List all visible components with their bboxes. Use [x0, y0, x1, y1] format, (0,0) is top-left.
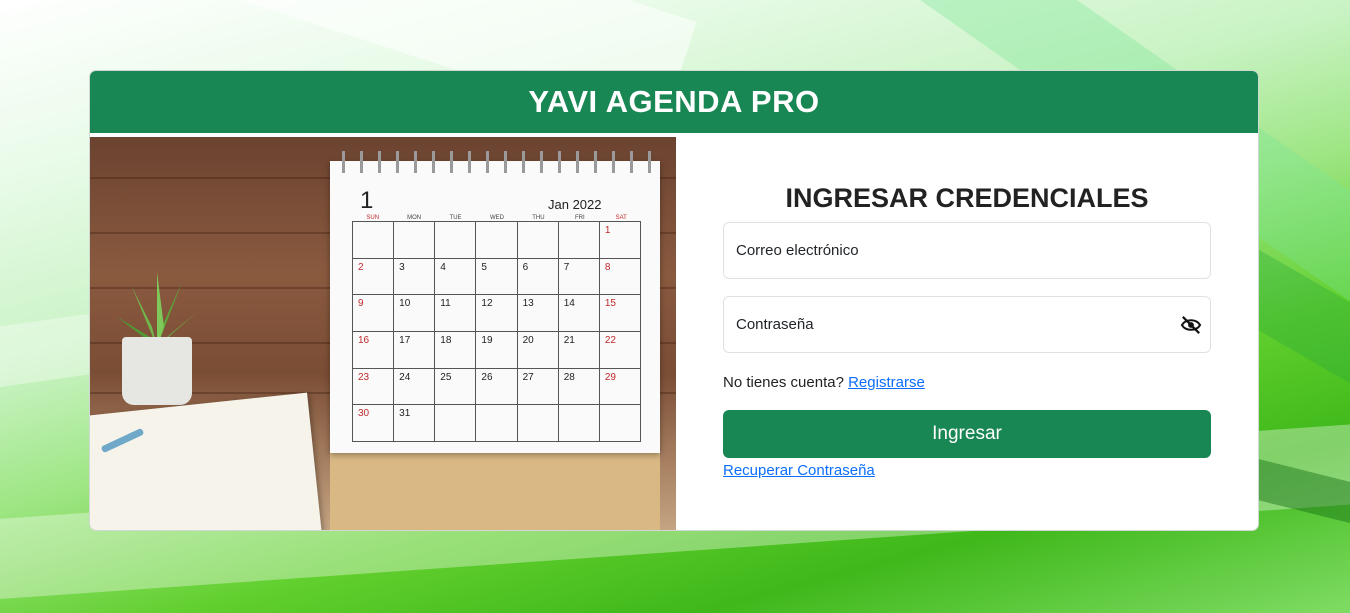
calendar-cell: 23: [353, 368, 395, 406]
form-title: INGRESAR CREDENCIALES: [785, 183, 1149, 213]
calendar-cell: 17: [394, 332, 436, 369]
calendar-cell: 14: [558, 295, 600, 332]
calendar-cell: 5: [476, 258, 518, 296]
calendar-cell: 1: [599, 222, 641, 259]
calendar-cell: 19: [476, 332, 518, 369]
calendar-cell: 20: [517, 332, 559, 369]
email-field-label: Correo electrónico: [736, 242, 859, 259]
card-body: 1 Jan 2022 SUN MON TUE WED THU FRI SAT 1234567…: [90, 137, 1258, 530]
calendar-cell: [476, 405, 518, 442]
register-link[interactable]: Registrarse: [848, 374, 925, 391]
calendar-cell: 6: [517, 258, 559, 296]
calendar-cell: 29: [599, 368, 641, 406]
calendar-cell: [435, 405, 477, 442]
notebook: [90, 392, 322, 530]
calendar-cell: 25: [435, 368, 477, 406]
calendar-cell: 12: [476, 295, 518, 332]
calendar-cell: 7: [558, 258, 600, 296]
calendar-cell: [353, 222, 395, 259]
calendar-cell: 9: [353, 295, 395, 332]
register-prompt: No tienes cuenta? Registrarse: [723, 374, 925, 391]
calendar-cell: 18: [435, 332, 477, 369]
calendar-cell: [476, 222, 518, 259]
calendar-cell: 15: [599, 295, 641, 332]
plant-pot: [122, 337, 192, 405]
calendar-month: Jan 2022: [548, 197, 602, 212]
calendar-cell: [558, 405, 600, 442]
calendar-cell: [517, 405, 559, 442]
app-title: YAVI AGENDA PRO: [90, 71, 1258, 133]
calendar-cell: 24: [394, 368, 436, 406]
calendar-cell: 21: [558, 332, 600, 369]
calendar-cell: 13: [517, 295, 559, 332]
calendar-cell: 10: [394, 295, 436, 332]
calendar-cell: [599, 405, 641, 442]
calendar-photo: 1 Jan 2022 SUN MON TUE WED THU FRI SAT 1234567…: [90, 137, 676, 530]
calendar-cell: 8: [599, 258, 641, 296]
calendar-cell: 26: [476, 368, 518, 406]
login-card: YAVI AGENDA PRO 1 Jan 2022 SUNMONTUEW: [89, 70, 1259, 531]
calendar-cell: 11: [435, 295, 477, 332]
email-field[interactable]: Correo electrónico: [723, 222, 1211, 279]
calendar-cell: 22: [599, 332, 641, 369]
calendar-cell: [435, 222, 477, 259]
calendar-cell: 30: [353, 405, 395, 442]
calendar-cell: 2: [353, 258, 395, 296]
calendar-cell: 28: [558, 368, 600, 406]
calendar-day-number: 1: [360, 187, 374, 214]
no-account-text: No tienes cuenta?: [723, 374, 844, 391]
calendar-cell: 31: [394, 405, 436, 442]
calendar-cell: [394, 222, 436, 259]
calendar-cell: 16: [353, 332, 395, 369]
login-button[interactable]: Ingresar: [723, 410, 1211, 458]
calendar-cell: 3: [394, 258, 436, 296]
calendar-cell: [517, 222, 559, 259]
password-field-label: Contraseña: [736, 316, 814, 333]
recover-password-link[interactable]: Recuperar Contraseña: [723, 462, 875, 479]
calendar-cell: 27: [517, 368, 559, 406]
calendar-grid: 1 2 3 4 5 6 7 8 9 10 11 12 13 14 15 16 17 18 19 20 21 22 23 24 2…: [352, 221, 641, 442]
calendar-cell: 4: [435, 258, 477, 296]
eye-slash-icon[interactable]: [1180, 315, 1202, 335]
calendar-spiral: [342, 151, 652, 173]
password-field[interactable]: Contraseña: [723, 296, 1211, 353]
login-form: INGRESAR CREDENCIALES Correo electrónico…: [723, 137, 1211, 530]
calendar-cell: [558, 222, 600, 259]
